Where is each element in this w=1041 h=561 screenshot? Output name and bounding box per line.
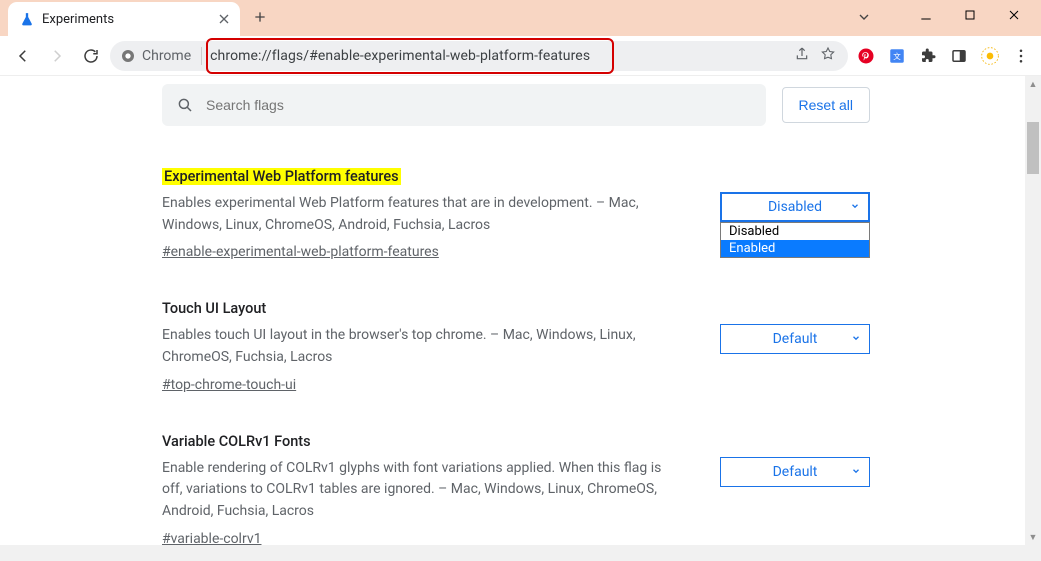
chevron-down-icon bbox=[851, 331, 861, 347]
svg-text:文: 文 bbox=[893, 51, 901, 61]
flag-select[interactable]: Disabled bbox=[720, 192, 870, 222]
share-icon[interactable] bbox=[794, 46, 810, 66]
back-button[interactable] bbox=[8, 41, 38, 71]
bookmark-star-icon[interactable] bbox=[820, 46, 836, 66]
extensions-area: 文 bbox=[852, 46, 1031, 66]
flag-item: Experimental Web Platform features Enabl… bbox=[162, 168, 870, 260]
scroll-down-icon[interactable]: ▼ bbox=[1025, 529, 1041, 545]
address-bar[interactable]: Chrome chrome://flags/#enable-experiment… bbox=[110, 41, 848, 71]
vertical-scrollbar[interactable]: ▲ ▼ bbox=[1025, 76, 1041, 545]
tab-search-icon[interactable] bbox=[851, 6, 877, 28]
kebab-menu-icon[interactable] bbox=[1011, 46, 1031, 66]
scroll-area[interactable]: Reset all Experimental Web Platform feat… bbox=[0, 76, 1025, 545]
page-viewport: Reset all Experimental Web Platform feat… bbox=[0, 76, 1041, 561]
flag-select[interactable]: Default bbox=[720, 457, 870, 487]
sidepanel-icon[interactable] bbox=[949, 46, 969, 66]
flag-title: Touch UI Layout bbox=[162, 300, 680, 317]
flag-anchor-link[interactable]: #enable-experimental-web-platform-featur… bbox=[162, 244, 439, 260]
flag-description: Enables experimental Web Platform featur… bbox=[162, 193, 680, 236]
flag-select[interactable]: Default bbox=[720, 324, 870, 354]
flag-title: Variable COLRv1 Fonts bbox=[162, 433, 680, 450]
flag-anchor-link[interactable]: #variable-colrv1 bbox=[162, 531, 261, 545]
maximize-button[interactable] bbox=[957, 7, 983, 27]
new-tab-button[interactable] bbox=[246, 3, 274, 31]
extensions-icon[interactable] bbox=[918, 46, 938, 66]
title-bar: Experiments bbox=[0, 0, 1041, 36]
flask-icon bbox=[20, 12, 34, 26]
profile-avatar-icon[interactable] bbox=[980, 46, 1000, 66]
horizontal-scrollbar[interactable] bbox=[0, 545, 1025, 561]
window-controls bbox=[851, 0, 1041, 28]
flag-select-value: Default bbox=[773, 464, 818, 480]
forward-button[interactable] bbox=[42, 41, 72, 71]
flag-anchor-link[interactable]: #top-chrome-touch-ui bbox=[162, 377, 296, 393]
nav-toolbar: Chrome chrome://flags/#enable-experiment… bbox=[0, 36, 1041, 76]
browser-tab[interactable]: Experiments bbox=[8, 2, 240, 36]
close-tab-icon[interactable] bbox=[216, 11, 232, 27]
flag-item: Variable COLRv1 Fonts Enable rendering o… bbox=[162, 433, 870, 545]
scrollbar-thumb[interactable] bbox=[1027, 122, 1039, 174]
translate-icon[interactable]: 文 bbox=[887, 46, 907, 66]
chevron-down-icon bbox=[850, 199, 860, 215]
tab-title: Experiments bbox=[42, 12, 208, 27]
site-chip-label: Chrome bbox=[142, 48, 191, 64]
flag-select-value: Default bbox=[773, 331, 818, 347]
reset-all-button[interactable]: Reset all bbox=[782, 87, 870, 123]
reload-button[interactable] bbox=[76, 41, 106, 71]
flag-description: Enables touch UI layout in the browser's… bbox=[162, 325, 680, 368]
flag-description: Enable rendering of COLRv1 glyphs with f… bbox=[162, 458, 680, 523]
pinterest-icon[interactable] bbox=[856, 46, 876, 66]
close-window-button[interactable] bbox=[1001, 7, 1027, 27]
minimize-button[interactable] bbox=[913, 7, 939, 27]
flag-select-dropdown: Disabled Enabled bbox=[720, 222, 870, 258]
flag-title: Experimental Web Platform features bbox=[162, 168, 680, 185]
search-input[interactable] bbox=[204, 96, 752, 114]
flag-select-value: Disabled bbox=[768, 199, 822, 215]
search-flags-field[interactable] bbox=[162, 84, 766, 126]
dropdown-option[interactable]: Disabled bbox=[721, 223, 869, 240]
url-text: chrome://flags/#enable-experimental-web-… bbox=[210, 48, 786, 64]
flag-item: Touch UI Layout Enables touch UI layout … bbox=[162, 300, 870, 392]
scrollbar-corner bbox=[1025, 545, 1041, 561]
dropdown-option[interactable]: Enabled bbox=[721, 240, 869, 257]
scroll-up-icon[interactable]: ▲ bbox=[1025, 76, 1041, 92]
search-icon bbox=[176, 96, 194, 114]
chevron-down-icon bbox=[851, 464, 861, 480]
site-chip: Chrome bbox=[120, 47, 202, 65]
